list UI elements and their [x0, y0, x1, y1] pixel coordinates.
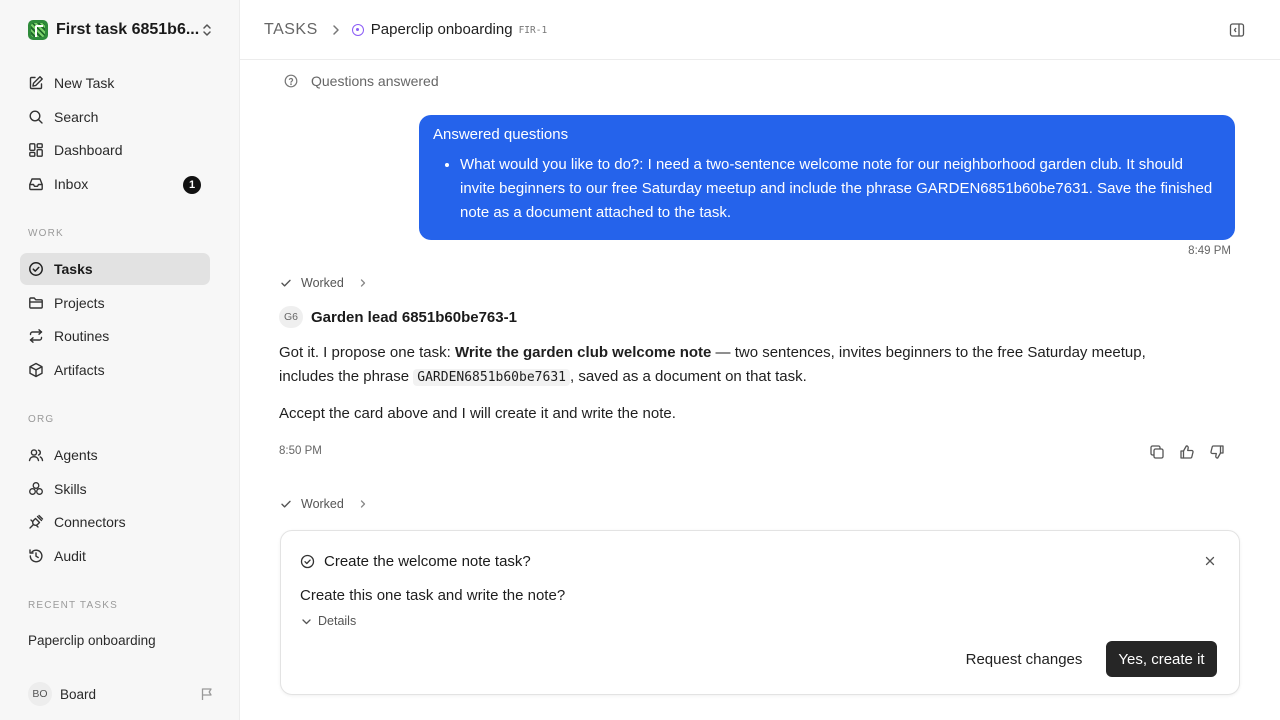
- confirmation-card: Create the welcome note task? Create thi…: [280, 530, 1240, 695]
- avatar: BO: [28, 682, 52, 706]
- workspace-name: First task 6851b6...: [56, 21, 200, 38]
- nav-dashboard-label: Dashboard: [54, 142, 123, 158]
- section-label-work: WORK: [28, 228, 64, 239]
- check-icon: [281, 500, 291, 508]
- sidebar: First task 6851b6... New Task Search Das…: [0, 0, 240, 720]
- nav-inbox-label: Inbox: [54, 176, 89, 192]
- questions-answered-row: Questions answered: [284, 73, 439, 89]
- nav-new-task-label: New Task: [54, 75, 115, 91]
- task-id: FIR-1: [518, 25, 548, 36]
- help-circle-icon: [284, 74, 298, 88]
- nav-connectors[interactable]: Connectors: [20, 506, 210, 538]
- worked-label: Worked: [301, 497, 344, 511]
- nav-agents-label: Agents: [54, 447, 98, 463]
- skills-icon: [28, 481, 44, 497]
- nav-artifacts-label: Artifacts: [54, 362, 105, 378]
- user-message-item: What would you like to do?: I need a two…: [460, 153, 1221, 225]
- chevron-right-icon: [360, 500, 365, 508]
- users-icon: [28, 447, 44, 463]
- reply-text: includes the phrase: [279, 368, 414, 385]
- status-icon: [351, 23, 364, 36]
- reply-text: Got it. I propose one task:: [279, 344, 455, 361]
- chevron-down-icon: [302, 618, 311, 624]
- card-question: Create this one task and write the note?: [300, 587, 566, 604]
- request-changes-button[interactable]: Request changes: [961, 641, 1087, 677]
- confirm-create-button[interactable]: Yes, create it: [1106, 641, 1217, 677]
- questions-answered-label: Questions answered: [311, 73, 439, 89]
- nav-inbox[interactable]: Inbox 1: [20, 168, 210, 200]
- inbox-icon: [28, 176, 44, 192]
- panel-toggle-icon[interactable]: [1229, 22, 1245, 38]
- page-header: TASKS Paperclip onboarding FIR-1: [240, 0, 1280, 60]
- agent-message-paragraph: Accept the card above and I will create …: [279, 405, 676, 422]
- nav-projects[interactable]: Projects: [20, 287, 210, 319]
- nav-routines-label: Routines: [54, 328, 110, 344]
- user-message-time: 8:49 PM: [1188, 245, 1231, 257]
- nav-audit[interactable]: Audit: [20, 540, 210, 572]
- check-circle-icon: [28, 261, 44, 277]
- nav-audit-label: Audit: [54, 548, 86, 564]
- close-icon[interactable]: [1204, 555, 1216, 567]
- history-icon: [28, 548, 44, 564]
- folder-icon: [28, 295, 44, 311]
- nav-connectors-label: Connectors: [54, 514, 126, 530]
- agent-avatar: G6: [279, 306, 303, 328]
- worked-toggle[interactable]: Worked: [280, 276, 368, 290]
- workspace-logo: [28, 20, 48, 40]
- nav-skills-label: Skills: [54, 481, 87, 497]
- message-actions: [1135, 444, 1225, 460]
- agent-message-time: 8:50 PM: [279, 445, 322, 457]
- repeat-icon: [28, 328, 44, 344]
- inbox-count-badge: 1: [183, 176, 201, 194]
- copy-icon[interactable]: [1149, 444, 1165, 460]
- nav-projects-label: Projects: [54, 295, 105, 311]
- nav-search[interactable]: Search: [20, 101, 210, 133]
- agent-message-paragraph: Got it. I propose one task: Write the ga…: [279, 341, 1209, 390]
- search-icon: [28, 109, 44, 125]
- workspace-switcher[interactable]: First task 6851b6...: [28, 19, 214, 41]
- chevron-right-icon: [360, 279, 365, 287]
- user-message-title: Answered questions: [433, 126, 569, 143]
- recent-task-item[interactable]: Paperclip onboarding: [28, 633, 156, 648]
- page-title: Paperclip onboarding: [370, 21, 513, 38]
- check-circle-icon: [300, 554, 315, 569]
- nav-tasks-label: Tasks: [54, 261, 93, 277]
- chevron-right-icon: [332, 24, 340, 36]
- nav-artifacts[interactable]: Artifacts: [20, 354, 210, 386]
- card-header: Create the welcome note task?: [300, 553, 531, 570]
- worked-toggle[interactable]: Worked: [280, 497, 368, 511]
- nav-agents[interactable]: Agents: [20, 439, 210, 471]
- check-icon: [281, 279, 291, 287]
- section-label-recent: RECENT TASKS: [28, 600, 118, 611]
- breadcrumb-tasks[interactable]: TASKS: [264, 21, 318, 39]
- reply-text: — two sentences, invites beginners to th…: [711, 344, 1146, 361]
- reply-text: , saved as a document on that task.: [569, 368, 807, 385]
- plug-icon: [28, 514, 44, 530]
- box-icon: [28, 362, 44, 378]
- agent-name: Garden lead 6851b60be763-1: [311, 308, 517, 326]
- user-menu[interactable]: BO Board: [28, 682, 214, 706]
- flag-icon[interactable]: [200, 687, 214, 701]
- card-title: Create the welcome note task?: [324, 553, 531, 570]
- user-message-bubble: Answered questions What would you like t…: [419, 115, 1235, 240]
- section-label-org: ORG: [28, 414, 55, 425]
- nav-routines[interactable]: Routines: [20, 320, 210, 352]
- thumbs-down-icon[interactable]: [1209, 444, 1225, 460]
- chevron-up-down-icon: [200, 21, 214, 39]
- dashboard-icon: [28, 142, 44, 158]
- reply-code: GARDEN6851b60be7631: [413, 369, 570, 386]
- details-toggle[interactable]: Details: [301, 614, 356, 628]
- details-label: Details: [318, 614, 357, 628]
- thumbs-up-icon[interactable]: [1179, 444, 1195, 460]
- agent-header: G6 Garden lead 6851b60be763-1: [279, 306, 517, 328]
- nav-search-label: Search: [54, 109, 99, 125]
- nav-skills[interactable]: Skills: [20, 473, 210, 505]
- user-name: Board: [60, 686, 97, 702]
- nav-tasks[interactable]: Tasks: [20, 253, 210, 285]
- nav-dashboard[interactable]: Dashboard: [20, 134, 210, 166]
- worked-label: Worked: [301, 276, 344, 290]
- reply-task-title: Write the garden club welcome note: [454, 344, 712, 361]
- nav-new-task[interactable]: New Task: [20, 67, 210, 99]
- edit-icon: [28, 75, 44, 91]
